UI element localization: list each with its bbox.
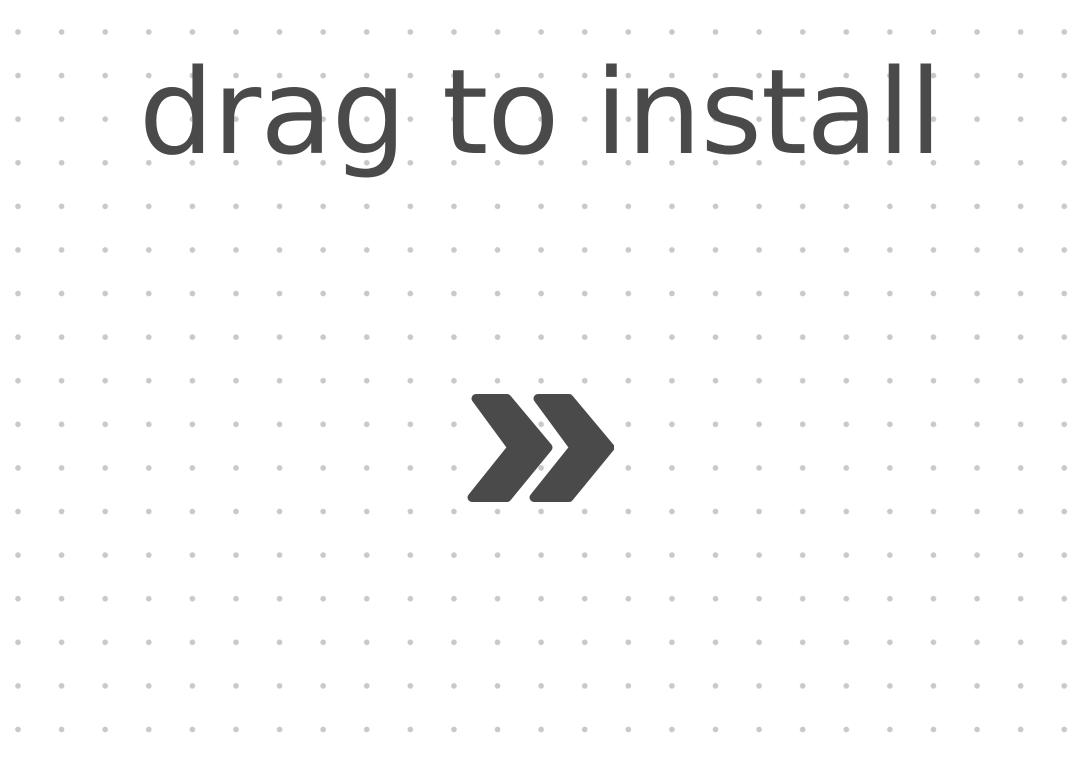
page-title: drag to install <box>138 43 942 181</box>
drag-handle[interactable] <box>466 393 614 503</box>
double-chevron-right-icon <box>467 394 614 502</box>
